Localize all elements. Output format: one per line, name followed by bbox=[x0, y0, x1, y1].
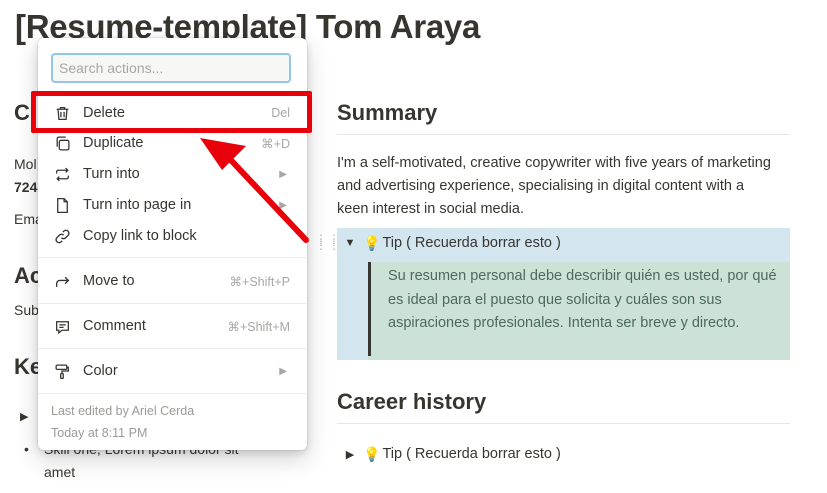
turn-into-icon bbox=[53, 165, 71, 183]
achievements-text: Sub bbox=[14, 302, 39, 318]
mobile-label: Mol bbox=[14, 156, 37, 172]
comment-icon bbox=[53, 317, 71, 335]
summary-tip-toggle[interactable]: ▼ 💡 Tip ( Recuerda borrar esto ) Su resu… bbox=[337, 228, 790, 360]
summary-tip-quote: Su resumen personal debe describir quién… bbox=[368, 262, 790, 360]
move-to-shortcut: ⌘+Shift+P bbox=[229, 274, 290, 289]
menu-item-copy-link[interactable]: Copy link to block bbox=[38, 221, 307, 251]
submenu-arrow-icon: ▶ bbox=[279, 199, 287, 211]
page-icon bbox=[53, 196, 71, 214]
summary-tip-body: Su resumen personal debe describir quién… bbox=[388, 268, 777, 331]
lightbulb-icon: 💡 bbox=[363, 234, 381, 251]
contact-heading: C bbox=[14, 100, 30, 125]
comment-shortcut: ⌘+Shift+M bbox=[227, 319, 290, 334]
menu-divider bbox=[38, 348, 307, 349]
skills-toggle-arrow[interactable]: ▶ bbox=[20, 410, 28, 423]
last-edited-time: Today at 8:11 PM bbox=[51, 426, 148, 440]
menu-item-turn-into[interactable]: Turn into ▶ bbox=[38, 159, 307, 189]
summary-text: I'm a self-motivated, creative copywrite… bbox=[337, 155, 771, 217]
lightbulb-icon: 💡 bbox=[363, 445, 381, 462]
submenu-arrow-icon: ▶ bbox=[279, 365, 287, 377]
duplicate-icon bbox=[53, 134, 71, 152]
menu-item-move-to[interactable]: Move to ⌘+Shift+P bbox=[38, 266, 307, 296]
search-actions-input[interactable] bbox=[51, 53, 291, 83]
menu-divider bbox=[38, 303, 307, 304]
last-edited-text: Last edited by Ariel Cerda bbox=[51, 404, 195, 418]
paint-roller-icon bbox=[53, 362, 71, 380]
summary-heading: Summary bbox=[337, 100, 790, 135]
move-arrow-icon bbox=[53, 272, 71, 290]
menu-item-color[interactable]: Color ▶ bbox=[38, 356, 307, 386]
career-heading: Career history bbox=[337, 389, 790, 424]
mobile-value: 724 bbox=[14, 179, 38, 195]
menu-item-turn-into-page[interactable]: Turn into page in ▶ bbox=[38, 190, 307, 220]
drag-handle-icon[interactable]: ⋮⋮ ⋮⋮ bbox=[315, 233, 340, 254]
menu-item-comment[interactable]: Comment ⌘+Shift+M bbox=[38, 311, 307, 341]
bullet-dot: • bbox=[24, 441, 29, 457]
career-tip-label: Tip ( Recuerda borrar esto ) bbox=[382, 446, 561, 462]
menu-divider bbox=[38, 257, 307, 258]
career-tip-toggle[interactable]: ▶ 💡 Tip ( Recuerda borrar esto ) bbox=[337, 440, 561, 468]
quote-bar bbox=[368, 262, 371, 356]
link-icon bbox=[53, 227, 71, 245]
toggle-open-arrow-icon[interactable]: ▼ bbox=[337, 237, 363, 249]
duplicate-shortcut: ⌘+D bbox=[261, 136, 290, 151]
toggle-closed-arrow-icon[interactable]: ▶ bbox=[337, 448, 363, 461]
skill-bullet-text-cont: amet bbox=[44, 464, 76, 480]
submenu-arrow-icon: ▶ bbox=[279, 168, 287, 180]
summary-tip-label: Tip ( Recuerda borrar esto ) bbox=[382, 235, 561, 251]
annotation-highlight-box bbox=[31, 91, 312, 133]
menu-divider bbox=[38, 393, 307, 394]
